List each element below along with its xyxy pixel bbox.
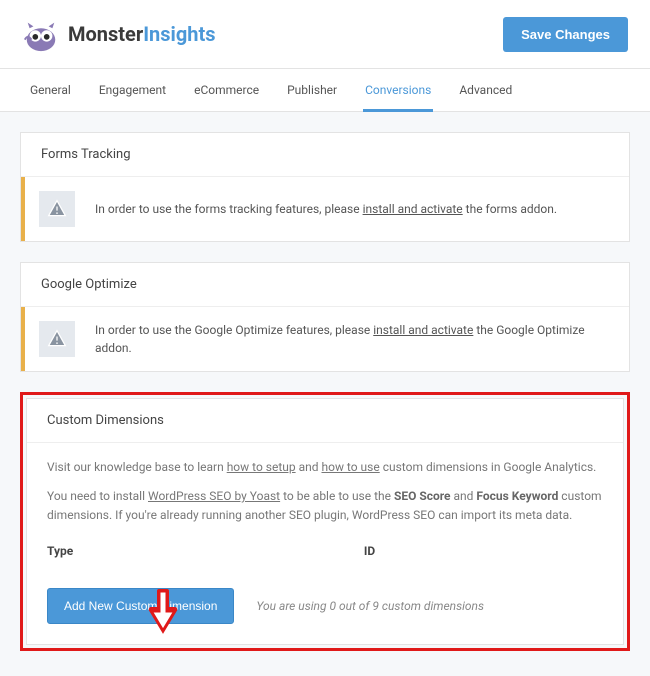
brand-text: MonsterInsights	[68, 22, 215, 46]
kb-text: Visit our knowledge base to learn how to…	[47, 458, 603, 477]
col-id: ID	[364, 544, 603, 558]
forms-notice: In order to use the forms tracking featu…	[21, 177, 629, 241]
tab-ecommerce[interactable]: eCommerce	[180, 69, 273, 111]
forms-tracking-panel: Forms Tracking In order to use the forms…	[20, 132, 630, 242]
notice-text: In order to use the forms tracking featu…	[95, 200, 557, 218]
header: MonsterInsights Save Changes	[0, 0, 650, 68]
monster-icon	[22, 15, 60, 53]
dimensions-table-header: Type ID	[47, 544, 603, 558]
tab-advanced[interactable]: Advanced	[445, 69, 526, 111]
panel-title: Custom Dimensions	[27, 399, 623, 443]
custom-dimensions-panel: Custom Dimensions Visit our knowledge ba…	[26, 398, 624, 645]
tab-engagement[interactable]: Engagement	[85, 69, 180, 111]
brand-logo: MonsterInsights	[22, 15, 215, 53]
save-changes-button[interactable]: Save Changes	[503, 17, 628, 52]
yoast-link[interactable]: WordPress SEO by Yoast	[148, 489, 280, 503]
how-to-use-link[interactable]: how to use	[321, 460, 379, 474]
warning-icon	[39, 321, 75, 357]
how-to-setup-link[interactable]: how to setup	[227, 460, 296, 474]
notice-text: In order to use the Google Optimize feat…	[95, 321, 609, 357]
custom-dimensions-highlight: Custom Dimensions Visit our knowledge ba…	[20, 392, 630, 651]
content-area: Forms Tracking In order to use the forms…	[0, 112, 650, 676]
panel-title: Forms Tracking	[21, 133, 629, 177]
add-new-custom-dimension-button[interactable]: Add New Custom Dimension	[47, 588, 234, 624]
install-activate-link[interactable]: install and activate	[363, 202, 463, 216]
usage-count-text: You are using 0 out of 9 custom dimensio…	[256, 599, 484, 613]
tab-publisher[interactable]: Publisher	[273, 69, 351, 111]
google-optimize-panel: Google Optimize In order to use the Goog…	[20, 262, 630, 372]
install-activate-link[interactable]: install and activate	[373, 323, 473, 337]
tab-conversions[interactable]: Conversions	[351, 69, 445, 111]
optimize-notice: In order to use the Google Optimize feat…	[21, 307, 629, 371]
col-type: Type	[47, 544, 364, 558]
warning-icon	[39, 191, 75, 227]
tab-general[interactable]: General	[16, 69, 85, 111]
panel-title: Google Optimize	[21, 263, 629, 307]
settings-tabs: General Engagement eCommerce Publisher C…	[0, 68, 650, 112]
seo-text: You need to install WordPress SEO by Yoa…	[47, 487, 603, 525]
